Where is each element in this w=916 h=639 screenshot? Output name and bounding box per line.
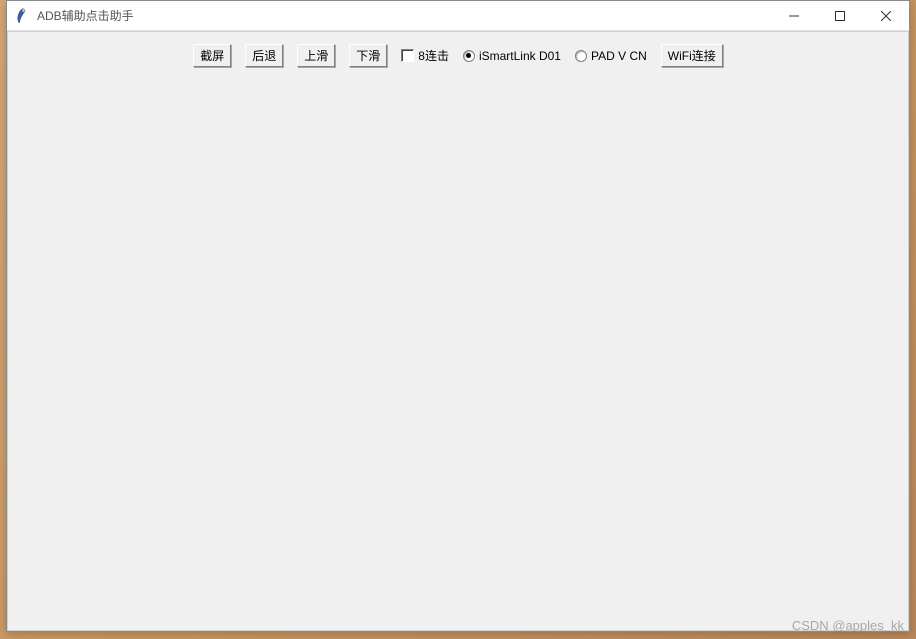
radio-pad-label: PAD V CN (591, 49, 647, 63)
scroll-down-button[interactable]: 下滑 (349, 44, 387, 67)
screenshot-button[interactable]: 截屏 (193, 44, 231, 67)
window-title: ADB辅助点击助手 (37, 7, 771, 24)
radio-pad[interactable]: PAD V CN (575, 49, 647, 63)
back-button[interactable]: 后退 (245, 44, 283, 67)
maximize-button[interactable] (817, 1, 863, 30)
eight-click-label: 8连击 (418, 47, 449, 64)
radio-ismartlink[interactable]: iSmartLink D01 (463, 49, 561, 63)
minimize-button[interactable] (771, 1, 817, 30)
radio-circle-icon (463, 50, 475, 62)
eight-click-checkbox[interactable]: 8连击 (401, 47, 449, 64)
radio-circle-icon (575, 50, 587, 62)
titlebar[interactable]: ADB辅助点击助手 (7, 1, 909, 31)
application-window: ADB辅助点击助手 截屏 后退 上滑 下滑 8连击 iS (6, 0, 910, 632)
toolbar: 截屏 后退 上滑 下滑 8连击 iSmartLink D01 PAD V CN … (8, 40, 908, 71)
radio-ismartlink-label: iSmartLink D01 (479, 49, 561, 63)
watermark: CSDN @apples_kk (792, 618, 904, 633)
window-controls (771, 1, 909, 30)
client-area: 截屏 后退 上滑 下滑 8连击 iSmartLink D01 PAD V CN … (7, 31, 909, 631)
app-icon (15, 8, 31, 24)
wifi-connect-button[interactable]: WiFi连接 (661, 44, 723, 67)
scroll-up-button[interactable]: 上滑 (297, 44, 335, 67)
checkbox-box-icon (401, 49, 414, 62)
close-button[interactable] (863, 1, 909, 30)
